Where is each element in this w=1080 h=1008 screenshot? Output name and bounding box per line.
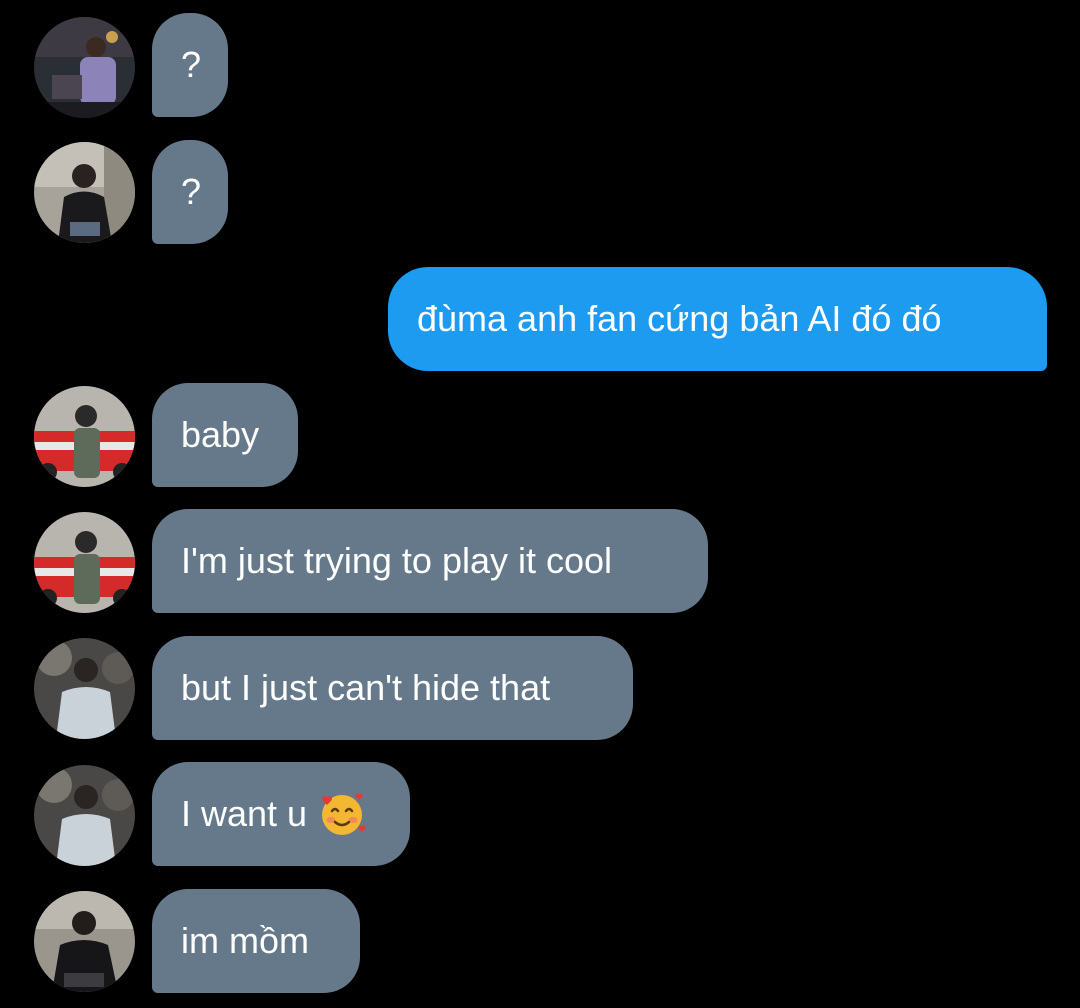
message-bubble[interactable]: im mồm: [152, 889, 360, 993]
message-text: but I just can't hide that: [181, 667, 551, 708]
message-bubble-outgoing[interactable]: đùma anh fan cứng bản AI đó đó: [388, 267, 1047, 371]
message-bubble[interactable]: but I just can't hide that: [152, 636, 633, 740]
smiling-face-with-hearts-icon: [317, 789, 367, 839]
avatar[interactable]: [34, 765, 135, 866]
chat-thread: ? ? đùma anh fan cứng bản AI đó đó baby …: [0, 0, 1080, 1008]
message-text: im mồm: [181, 920, 309, 961]
message-bubble[interactable]: ?: [152, 140, 228, 244]
message-bubble[interactable]: baby: [152, 383, 298, 487]
message-bubble[interactable]: I'm just trying to play it cool: [152, 509, 708, 613]
message-text: I want u: [181, 793, 308, 834]
avatar[interactable]: [34, 142, 135, 243]
message-text: đùma anh fan cứng bản AI đó đó: [417, 298, 942, 339]
avatar[interactable]: [34, 386, 135, 487]
avatar[interactable]: [34, 638, 135, 739]
message-text: I'm just trying to play it cool: [181, 540, 613, 581]
avatar[interactable]: [34, 17, 135, 118]
message-text: baby: [181, 414, 260, 455]
message-text: ?: [181, 171, 202, 212]
message-bubble[interactable]: ?: [152, 13, 228, 117]
message-text: ?: [181, 44, 202, 85]
avatar[interactable]: [34, 512, 135, 613]
message-bubble[interactable]: I want u: [152, 762, 410, 866]
avatar[interactable]: [34, 891, 135, 992]
